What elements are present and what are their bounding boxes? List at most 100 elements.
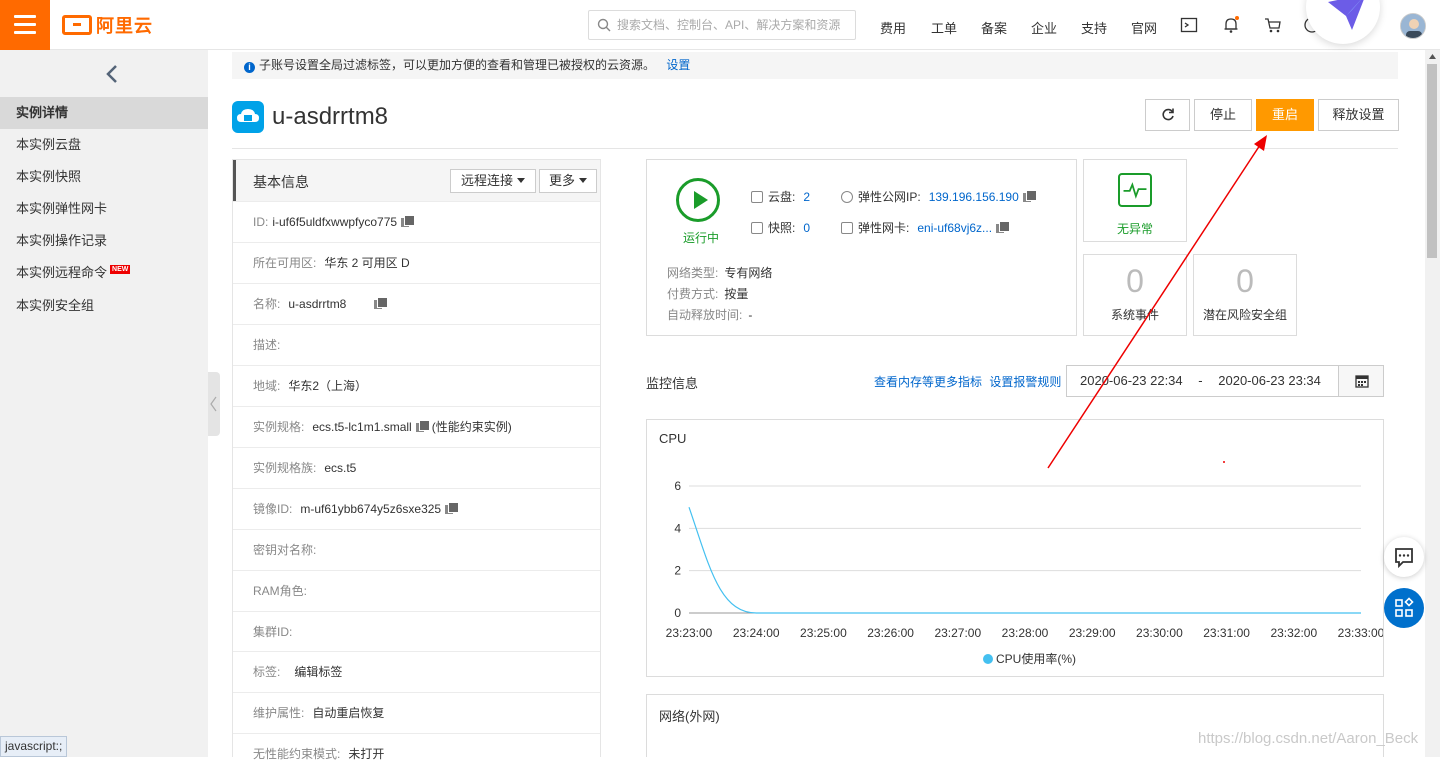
basic-info-panel: 基本信息 远程连接 更多 ID: i-uf6f5uldfxwwpfyco775 所…	[232, 159, 601, 761]
sidebar-item-instance-details[interactable]: 实例详情	[0, 97, 208, 129]
edit-tags-link[interactable]: 编辑标签	[294, 665, 342, 679]
global-search[interactable]	[588, 10, 856, 40]
row-value: 华东2（上海）	[288, 379, 368, 393]
row-value: u-asdrrtm8	[288, 297, 347, 311]
cloud-server-icon	[232, 101, 264, 133]
health-status-card[interactable]: 无异常	[1083, 159, 1187, 242]
sidebar-item-operation-logs[interactable]: 本实例操作记录	[0, 225, 208, 257]
row-value: 华东 2 可用区 D	[324, 256, 410, 270]
x-tick-label: 23:32:00	[1270, 626, 1317, 640]
assistant-bubble[interactable]	[1306, 0, 1380, 44]
refresh-button[interactable]	[1145, 99, 1190, 131]
row-label: ID:	[253, 215, 269, 229]
sidebar-item-enis[interactable]: 本实例弹性网卡	[0, 193, 208, 225]
sidebar-item-remote-commands[interactable]: 本实例远程命令 NEW	[0, 257, 208, 289]
top-navigation-bar: 阿里云 费用 工单 备案 企业 支持 官网	[0, 0, 1440, 50]
eni-label: 弹性网卡:	[858, 221, 910, 235]
running-status: 运行中	[683, 231, 720, 245]
row-label: 标签:	[253, 665, 281, 679]
calendar-button[interactable]	[1338, 365, 1384, 397]
network-type-label: 网络类型:	[667, 266, 719, 280]
disk-count-link[interactable]: 2	[803, 190, 810, 204]
chevron-left-icon[interactable]	[104, 64, 120, 84]
legend-marker	[983, 654, 993, 664]
row-label: 名称:	[253, 297, 281, 311]
date-end: 2020-06-23 23:34	[1218, 373, 1321, 388]
sidebar-item-security-groups[interactable]: 本实例安全组	[0, 290, 208, 322]
monitor-links: 查看内存等更多指标 设置报警规则	[874, 373, 1061, 390]
stop-button[interactable]: 停止	[1194, 99, 1252, 131]
auto-release-time: 自动释放时间: -	[667, 306, 752, 323]
tag-filter-notice: i 子账号设置全局过滤标签，可以更加方便的查看和管理已被授权的云资源。 设置	[232, 52, 1398, 79]
date-range-picker[interactable]: 2020-06-23 22:34 - 2020-06-23 23:34	[1066, 365, 1339, 397]
more-button[interactable]: 更多	[539, 169, 597, 193]
terminal-icon[interactable]	[1180, 16, 1198, 34]
row-value: i-uf6f5uldfxwwpfyco775	[272, 215, 398, 229]
copy-icon[interactable]	[415, 420, 430, 432]
nav-official-site[interactable]: 官网	[1131, 18, 1157, 37]
copy-icon[interactable]	[401, 215, 416, 227]
copy-icon[interactable]	[445, 502, 460, 514]
unlimited-mode-link[interactable]: 未打开	[348, 747, 384, 761]
auto-release-label: 自动释放时间:	[667, 308, 743, 322]
logo-text: 阿里云	[96, 16, 153, 36]
alarm-rules-link[interactable]: 设置报警规则	[989, 375, 1061, 389]
browser-status-bar: javascript:;	[0, 736, 68, 757]
x-tick-label: 23:28:00	[1002, 626, 1049, 640]
user-avatar-icon	[1401, 14, 1425, 38]
x-tick-label: 23:23:00	[666, 626, 713, 640]
left-sidebar: 实例详情 本实例云盘 本实例快照 本实例弹性网卡 本实例操作记录 本实例远程命令…	[0, 50, 208, 757]
cart-icon[interactable]	[1264, 16, 1282, 34]
hamburger-menu-button[interactable]	[0, 0, 50, 50]
billing-label: 付费方式:	[667, 287, 719, 301]
instance-status-card: 运行中 云盘: 2 快照: 0 弹性公网IP: 139.196.156.190 弹性网…	[646, 159, 1077, 336]
new-badge: NEW	[110, 265, 131, 274]
copy-icon[interactable]	[374, 297, 389, 309]
system-events-card[interactable]: 0 系统事件	[1083, 254, 1187, 336]
user-avatar[interactable]	[1400, 13, 1426, 39]
copy-icon[interactable]	[996, 221, 1011, 233]
nav-enterprise[interactable]: 企业	[1031, 18, 1057, 37]
instance-spec-link[interactable]: ecs.t5-lc1m1.small	[312, 420, 411, 434]
disk-icon	[751, 191, 763, 203]
nav-icp[interactable]: 备案	[981, 18, 1007, 37]
eni-link[interactable]: eni-uf68vj6z...	[917, 221, 992, 235]
maintenance-link[interactable]: 自动重启恢复	[312, 706, 384, 720]
nav-tickets[interactable]: 工单	[931, 18, 957, 37]
apps-button[interactable]	[1384, 588, 1424, 628]
remote-connect-button[interactable]: 远程连接	[450, 169, 536, 193]
aliyun-logo[interactable]: 阿里云	[62, 13, 153, 37]
auto-release-value: -	[748, 308, 753, 322]
date-separator: -	[1198, 373, 1203, 388]
info-icon: i	[244, 62, 255, 73]
release-settings-button[interactable]: 释放设置	[1318, 99, 1399, 131]
notice-settings-link[interactable]: 设置	[666, 58, 690, 72]
risk-security-groups-card[interactable]: 0 潜在风险安全组	[1193, 254, 1297, 336]
nav-fees[interactable]: 费用	[880, 18, 906, 37]
y-tick-label: 6	[674, 479, 681, 493]
chat-icon	[1395, 548, 1413, 569]
caret-down-icon	[579, 178, 587, 183]
scrollbar-thumb[interactable]	[1427, 64, 1437, 258]
copy-icon[interactable]	[1022, 190, 1037, 202]
y-tick-label: 4	[674, 521, 681, 535]
sidebar-item-disks[interactable]: 本实例云盘	[0, 129, 208, 161]
snapshot-count-link[interactable]: 0	[803, 221, 810, 235]
system-events-label: 系统事件	[1110, 308, 1159, 322]
info-row-tags: 标签: 编辑标签	[233, 651, 600, 692]
sidebar-toggle-handle[interactable]	[208, 372, 220, 436]
nav-support[interactable]: 支持	[1081, 18, 1107, 37]
info-row-spec-family: 实例规格族: ecs.t5	[233, 447, 600, 488]
row-label: 描述:	[253, 338, 281, 352]
restart-button[interactable]: 重启	[1256, 99, 1314, 131]
x-tick-label: 23:31:00	[1203, 626, 1250, 640]
search-input[interactable]	[617, 12, 847, 38]
billing-method: 付费方式: 按量	[667, 285, 748, 302]
y-tick-label: 0	[674, 606, 681, 620]
sidebar-item-snapshots[interactable]: 本实例快照	[0, 161, 208, 193]
eip-link[interactable]: 139.196.156.190	[929, 190, 1019, 204]
info-row-keypair: 密钥对名称:	[233, 529, 600, 570]
feedback-button[interactable]	[1384, 537, 1424, 577]
bell-icon[interactable]	[1222, 16, 1240, 34]
more-metrics-link[interactable]: 查看内存等更多指标	[874, 375, 982, 389]
